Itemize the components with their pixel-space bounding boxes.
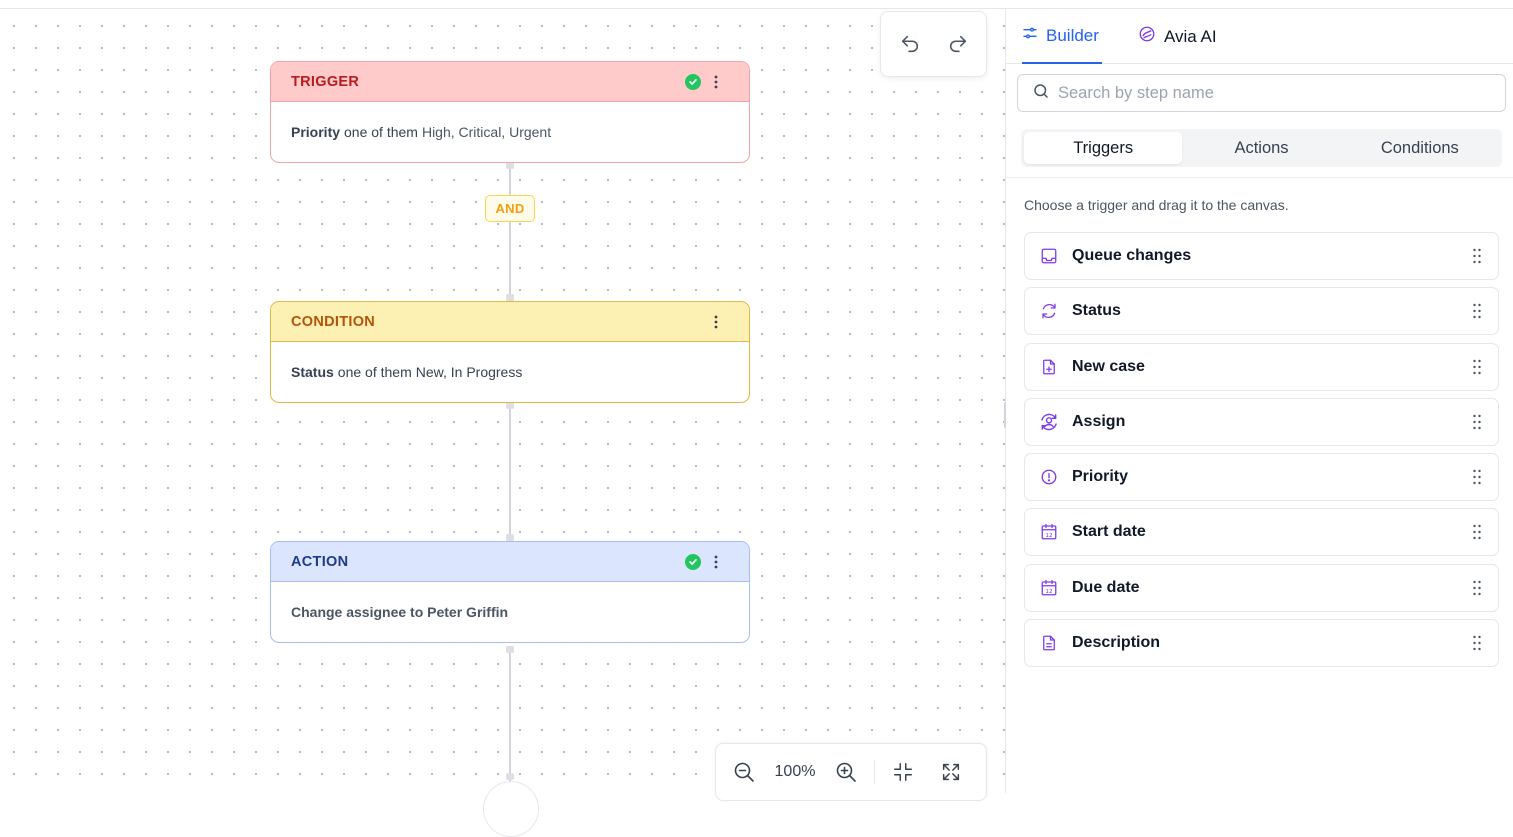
calendar-icon: 12 [1039, 578, 1059, 598]
condition-node-body: Status one of them New, In Progress [271, 342, 749, 402]
list-item-status[interactable]: Status [1024, 287, 1499, 336]
panel-tabs: Builder Avia AI [1006, 9, 1513, 64]
search-input[interactable] [1058, 83, 1488, 103]
svg-text:12: 12 [1045, 589, 1052, 595]
connector-line [509, 647, 511, 782]
drag-handle-icon[interactable] [1472, 247, 1482, 265]
more-vertical-icon[interactable] [709, 72, 723, 92]
drag-handle-icon[interactable] [1472, 468, 1482, 486]
toolbar-separator [874, 760, 875, 784]
minimize-icon[interactable] [889, 758, 917, 786]
svg-text:12: 12 [1045, 533, 1052, 539]
item-label: Queue changes [1072, 247, 1192, 264]
connector-dot [506, 162, 514, 169]
connector-dot [506, 534, 514, 541]
drag-handle-icon[interactable] [1472, 302, 1482, 320]
trigger-node-header: TRIGGER [271, 62, 749, 102]
connector-dot [506, 646, 514, 653]
user-cycle-icon [1039, 412, 1059, 432]
trigger-list: Queue changes Status New case Assign Pri… [1024, 232, 1499, 674]
inbox-icon [1039, 246, 1059, 266]
zoom-in-icon[interactable] [832, 758, 860, 786]
connector-line [509, 222, 511, 300]
condition-node-header: CONDITION [271, 302, 749, 342]
list-item-start-date[interactable]: 12 Start date [1024, 508, 1499, 557]
list-item-queue-changes[interactable]: Queue changes [1024, 232, 1499, 280]
undo-icon[interactable] [897, 31, 923, 57]
file-text-icon [1039, 633, 1059, 653]
list-item-due-date[interactable]: 12 Due date [1024, 563, 1499, 612]
node-action-text: Change assignee to Peter Griffin [291, 604, 509, 620]
tab-avia-ai[interactable]: Avia AI [1138, 9, 1217, 64]
connector-dot [506, 294, 514, 301]
node-type-label: ACTION [291, 553, 349, 570]
action-node-body: Change assignee to Peter Griffin [271, 582, 749, 642]
check-circle-icon [685, 554, 701, 570]
panel-hint: Choose a trigger and drag it to the canv… [1024, 197, 1289, 213]
item-label: Priority [1072, 468, 1129, 486]
item-label: Due date [1072, 578, 1140, 596]
drag-handle-icon[interactable] [1472, 634, 1482, 652]
connector-dot [506, 773, 514, 780]
add-step-button[interactable] [483, 781, 539, 837]
item-label: New case [1072, 357, 1145, 375]
zoom-level: 100% [774, 763, 816, 780]
drag-handle-icon[interactable] [1472, 358, 1482, 376]
zoom-toolbar: 100% [715, 743, 987, 801]
step-type-segmented-control: Triggers Actions Conditions [1021, 129, 1502, 167]
drag-handle-icon[interactable] [1472, 579, 1482, 597]
connector-line [509, 403, 511, 540]
node-type-label: CONDITION [291, 313, 376, 330]
tab-label: Builder [1046, 25, 1099, 45]
list-item-priority[interactable]: Priority [1024, 453, 1499, 502]
item-label: Description [1072, 634, 1161, 652]
item-label: Status [1072, 302, 1121, 320]
connector-dot [506, 402, 514, 409]
search-icon [1032, 82, 1050, 105]
node-value: New, In Progress [415, 364, 523, 380]
and-badge[interactable]: AND [485, 195, 535, 222]
drag-handle-icon[interactable] [1472, 523, 1482, 541]
search-box [1017, 74, 1506, 112]
segment-triggers[interactable]: Triggers [1024, 132, 1183, 164]
alert-circle-icon [1039, 467, 1059, 487]
history-toolbar [880, 11, 987, 77]
more-vertical-icon[interactable] [709, 552, 723, 572]
tab-label: Avia AI [1164, 26, 1217, 46]
action-node[interactable]: ACTION Change assignee to Peter Griffin [270, 541, 750, 643]
node-operator: one of them [344, 124, 418, 140]
node-field: Priority [291, 124, 341, 140]
node-operator: one of them [337, 364, 412, 380]
calendar-icon: 12 [1039, 522, 1059, 542]
trigger-node[interactable]: TRIGGER Priority one of them High, Criti… [270, 61, 750, 163]
refresh-icon [1039, 301, 1059, 321]
sliders-icon [1022, 25, 1038, 46]
zoom-out-icon[interactable] [730, 758, 758, 786]
tab-builder[interactable]: Builder [1022, 9, 1102, 64]
drag-handle-icon[interactable] [1472, 413, 1482, 431]
maximize-icon[interactable] [937, 758, 965, 786]
node-value: High, Critical, Urgent [421, 124, 552, 140]
redo-icon[interactable] [945, 31, 971, 57]
node-type-label: TRIGGER [291, 73, 360, 90]
avia-ai-icon [1138, 25, 1156, 48]
section-divider [1006, 177, 1513, 178]
list-item-new-case[interactable]: New case [1024, 342, 1499, 391]
check-circle-icon [685, 74, 701, 90]
segment-conditions[interactable]: Conditions [1341, 132, 1499, 164]
node-field: Status [291, 364, 334, 380]
item-label: Start date [1072, 523, 1146, 541]
more-vertical-icon[interactable] [709, 312, 723, 332]
segment-actions[interactable]: Actions [1182, 132, 1340, 164]
action-node-header: ACTION [271, 542, 749, 582]
item-label: Assign [1072, 412, 1126, 430]
trigger-node-body: Priority one of them High, Critical, Urg… [271, 102, 749, 162]
builder-panel: Builder Avia AI Triggers Actions Conditi… [1006, 9, 1513, 793]
file-plus-icon [1039, 357, 1059, 377]
list-item-description[interactable]: Description [1024, 619, 1499, 668]
list-item-assign[interactable]: Assign [1024, 397, 1499, 446]
condition-node[interactable]: CONDITION Status one of them New, In Pro… [270, 301, 750, 403]
